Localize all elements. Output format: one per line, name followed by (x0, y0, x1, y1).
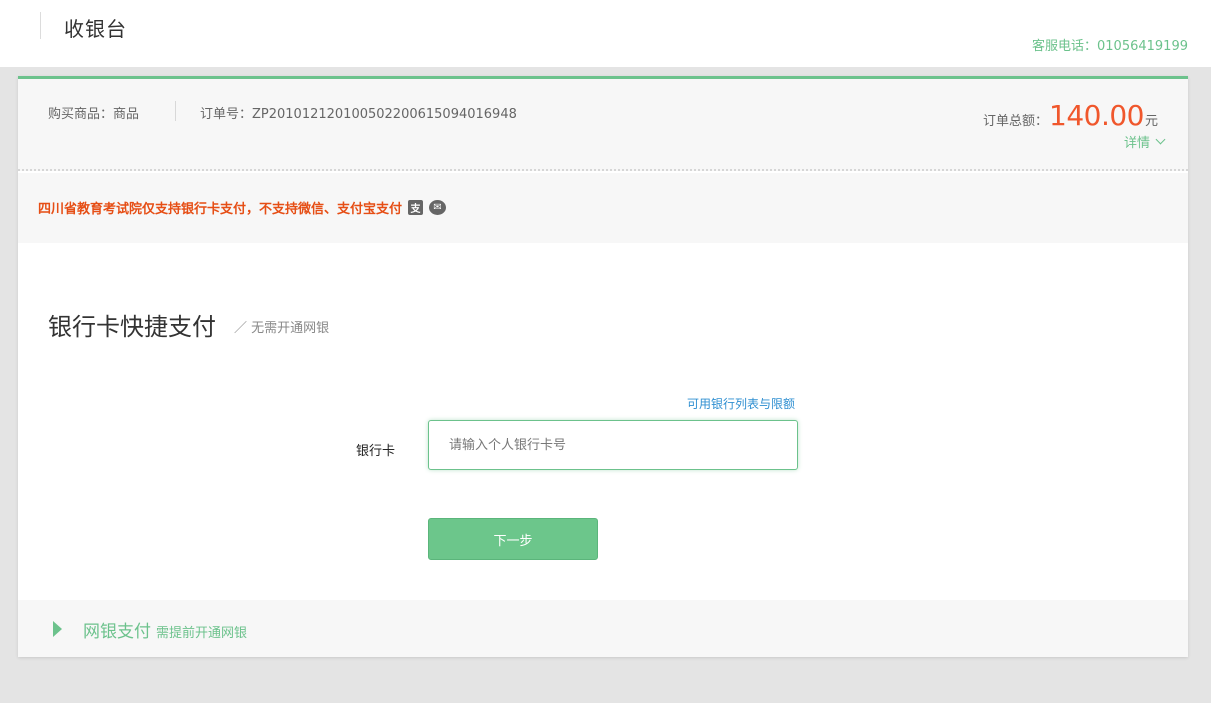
net-bank-pay-hint: 需提前开通网银 (156, 626, 248, 641)
caret-right-icon (53, 621, 62, 637)
quick-pay-subtitle: ／ 无需开通网银 (234, 321, 330, 336)
next-step-button[interactable]: 下一步 (428, 518, 598, 560)
page-title: 收银台 (64, 17, 127, 41)
order-total-amount: 140.00 (1049, 99, 1144, 132)
quick-pay-title: 银行卡快捷支付 (48, 313, 216, 341)
order-number: 订单号：ZP201012120100502200615094016948 (200, 107, 517, 122)
customer-service-hotline: 客服电话：01056419199 (1032, 39, 1188, 54)
chevron-down-icon (1155, 134, 1166, 144)
checkout-card: 购买商品：商品 订单号：ZP20101212010050220061509401… (18, 76, 1188, 657)
summary-divider (175, 101, 176, 121)
bank-list-link[interactable]: 可用银行列表与限额 (687, 395, 795, 412)
order-total-unit: 元 (1144, 114, 1158, 129)
notice-text: 四川省教育考试院仅支持银行卡支付，不支持微信、支付宝支付 (38, 202, 403, 217)
order-summary: 购买商品：商品 订单号：ZP20101212010050220061509401… (18, 79, 1188, 171)
net-bank-pay-toggle[interactable]: 网银支付 需提前开通网银 (18, 600, 1188, 657)
product-label: 购买商品：商品 (48, 107, 140, 122)
payment-notice: 四川省教育考试院仅支持银行卡支付，不支持微信、支付宝支付 支 ✉ (18, 173, 1188, 243)
notice-text-row: 四川省教育考试院仅支持银行卡支付，不支持微信、支付宝支付 支 ✉ (38, 198, 447, 217)
alipay-icon: 支 (408, 200, 424, 215)
top-bar: 收银台 客服电话：01056419199 (0, 0, 1211, 67)
quick-pay-section: 银行卡快捷支付 ／ 无需开通网银 可用银行列表与限额 银行卡 下一步 (18, 243, 1188, 600)
header-divider (40, 12, 41, 39)
net-bank-pay-label-row: 网银支付 需提前开通网银 (83, 617, 247, 642)
order-total-label: 订单总额： (982, 114, 1048, 129)
wechat-icon: ✉ (429, 200, 447, 215)
details-toggle[interactable]: 详情 (1123, 132, 1166, 151)
bank-card-input[interactable] (428, 420, 798, 470)
details-label: 详情 (1123, 136, 1150, 151)
bank-card-label: 银行卡 (356, 444, 396, 459)
net-bank-pay-label: 网银支付 (83, 622, 151, 642)
order-total: 订单总额： 140.00 元 (983, 99, 1158, 132)
